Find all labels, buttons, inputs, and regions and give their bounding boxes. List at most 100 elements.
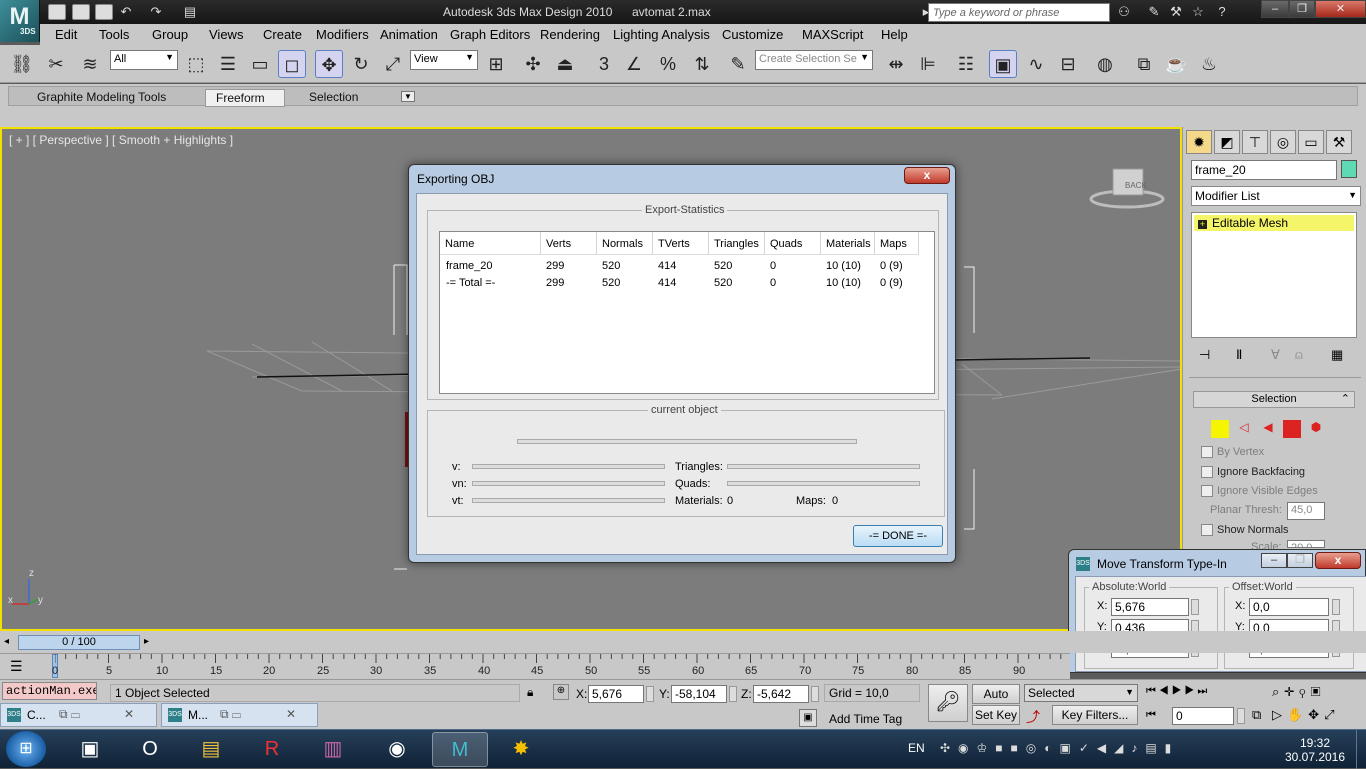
taskbar-terminal-icon[interactable]: ▣ <box>62 732 118 767</box>
mirror-icon[interactable]: ⇹ <box>882 50 910 78</box>
x-coordinate-field[interactable]: 5,676 <box>588 685 644 703</box>
close-icon[interactable]: ✕ <box>124 707 134 721</box>
align-icon[interactable]: ⊫ <box>914 50 942 78</box>
configure-sets-icon[interactable]: ▦ <box>1331 347 1347 363</box>
next-frame-icon[interactable]: ▸ <box>144 636 149 647</box>
taskbar-3dsmax-icon[interactable]: M <box>432 732 488 767</box>
stack-item-editable-mesh[interactable]: + Editable Mesh <box>1194 215 1354 231</box>
maximize-button[interactable]: ❐ <box>1287 553 1313 568</box>
taskbar-winrar-icon[interactable]: ▥ <box>305 732 361 767</box>
undo-icon[interactable]: ↶ <box>118 4 134 20</box>
unlink-icon[interactable]: ✂ <box>42 50 70 78</box>
statistics-table[interactable]: Name Verts Normals TVerts Triangles Quad… <box>439 231 935 394</box>
show-desktop-button[interactable] <box>1356 730 1366 769</box>
add-time-tag-link[interactable]: Add Time Tag <box>829 712 902 726</box>
spinner[interactable] <box>729 686 737 702</box>
column-header[interactable]: Name <box>440 232 541 255</box>
tray-icons[interactable]: ✣◉♔■■◎◐▣✓◀◢♪▤▮ <box>940 741 1179 755</box>
column-header[interactable]: Triangles <box>709 232 765 255</box>
column-header[interactable]: Verts <box>541 232 597 255</box>
default-tangent-icon[interactable]: ⤴ <box>1026 707 1040 727</box>
select-object-icon[interactable]: ⬚ <box>182 50 210 78</box>
vertex-selection-icon[interactable] <box>1211 420 1229 438</box>
layer-manager-icon[interactable]: ☷ <box>952 50 980 78</box>
auto-key-button[interactable]: Auto Key <box>972 684 1020 719</box>
tab-freeform[interactable]: Freeform <box>205 89 285 107</box>
current-frame-field[interactable]: 0 <box>1172 707 1234 725</box>
material-editor-icon[interactable]: ◍ <box>1091 50 1119 78</box>
pivot-center-icon[interactable]: ⊞ <box>482 50 510 78</box>
create-tab-icon[interactable]: ✹ <box>1186 130 1212 154</box>
taskbar-game-icon[interactable]: ✸ <box>493 732 549 767</box>
favorites-icon[interactable]: ☆ <box>1190 4 1206 20</box>
menu-create[interactable]: Create <box>263 27 302 42</box>
key-selection-dropdown[interactable]: Selected ▼ <box>1024 684 1138 702</box>
expand-icon[interactable]: + <box>1198 220 1207 229</box>
tab-selection[interactable]: Selection <box>299 89 368 107</box>
scale-field[interactable]: 20,0 <box>1287 540 1325 548</box>
render-setup-icon[interactable]: ⧉ <box>1130 50 1158 78</box>
modifier-stack[interactable]: + Editable Mesh <box>1191 212 1357 338</box>
lock-icon[interactable]: 🔒︎ <box>527 685 533 700</box>
tab-graphite-modeling-tools[interactable]: Graphite Modeling Tools <box>27 89 176 107</box>
help-icon[interactable]: ? <box>1214 4 1230 20</box>
abs-x-field[interactable]: 5,676 <box>1111 598 1189 616</box>
minimize-button[interactable]: – <box>1261 0 1289 18</box>
named-selection-set-dropdown[interactable]: Create Selection Se ▼ <box>755 50 873 70</box>
maximize-button[interactable]: ❐ <box>1289 0 1315 18</box>
remove-modifier-icon[interactable]: ⍝ <box>1295 347 1311 363</box>
subscription-icon[interactable]: ✎ <box>1146 4 1162 20</box>
taskbar-opera-icon[interactable]: O <box>122 732 178 767</box>
comm-center-icon[interactable]: ⚒ <box>1168 4 1184 20</box>
mini-curve-editor-icon[interactable]: ☰ <box>10 658 23 675</box>
menu-views[interactable]: Views <box>209 27 243 42</box>
modify-tab-icon[interactable]: ◩ <box>1214 130 1240 154</box>
prev-frame-icon[interactable]: ◂ <box>4 636 9 647</box>
utilities-tab-icon[interactable]: ⚒ <box>1326 130 1352 154</box>
spinner[interactable] <box>1237 708 1245 724</box>
schematic-view-icon[interactable]: ⊟ <box>1054 50 1082 78</box>
object-color-swatch[interactable] <box>1341 160 1357 178</box>
menu-customize[interactable]: Customize <box>722 27 783 42</box>
dialog-close-button[interactable]: x <box>1315 552 1361 569</box>
app-logo[interactable]: M 3DS <box>0 0 40 42</box>
scale-icon[interactable]: ⤢ <box>379 50 407 78</box>
show-end-result-icon[interactable]: Ⅱ <box>1236 347 1252 363</box>
spinner[interactable] <box>1332 599 1340 615</box>
off-x-field[interactable]: 0,0 <box>1249 598 1329 616</box>
taskbar-steam-icon[interactable]: ◉ <box>369 732 425 767</box>
menu-maxscript[interactable]: MAXScript <box>802 27 863 42</box>
spinner[interactable] <box>1191 599 1199 615</box>
set-key-big-icon[interactable]: 🔑︎ <box>928 684 968 722</box>
render-production-icon[interactable]: ♨ <box>1195 50 1223 78</box>
playback-controls[interactable]: ⏮◀▶▶⏭ <box>1146 685 1210 698</box>
menu-graph-editors[interactable]: Graph Editors <box>450 27 530 42</box>
start-button[interactable]: ⊞ <box>6 731 46 767</box>
ribbon-options-icon[interactable]: ▼ <box>401 91 415 102</box>
make-unique-icon[interactable]: ∀ <box>1271 347 1287 363</box>
ignore-visible-edges-checkbox[interactable]: Ignore Visible Edges <box>1201 485 1318 498</box>
track-bar[interactable]: ☰ 0 5 10 15 20 25 30 35 40 45 50 55 60 6… <box>0 653 1070 679</box>
binoculars-icon[interactable]: ⚇ <box>1116 4 1132 20</box>
close-button[interactable]: ✕ <box>1315 0 1366 18</box>
display-tab-icon[interactable]: ▭ <box>1298 130 1324 154</box>
motion-tab-icon[interactable]: ◎ <box>1270 130 1296 154</box>
language-indicator[interactable]: EN <box>908 741 925 755</box>
column-header[interactable]: Materials <box>821 232 875 255</box>
time-tag-icon[interactable]: ▣ <box>799 709 817 727</box>
search-input[interactable]: Type a keyword or phrase <box>928 3 1110 22</box>
column-header[interactable]: Normals <box>597 232 653 255</box>
redo-icon[interactable]: ↷ <box>148 4 164 20</box>
rendered-frame-icon[interactable]: ☕ <box>1162 50 1190 78</box>
minimized-window-2[interactable]: 3DS M... ⧉ ▭ ✕ <box>161 703 318 727</box>
restore-icon[interactable]: ⧉ ▭ <box>220 707 241 722</box>
column-header[interactable]: TVerts <box>653 232 709 255</box>
table-row[interactable]: frame_20 299 520 414 520 0 10 (10) 0 (9) <box>440 260 934 275</box>
rect-selection-icon[interactable]: ▭ <box>246 50 274 78</box>
menu-group[interactable]: Group <box>152 27 188 42</box>
taskbar-r-app-icon[interactable]: R <box>244 732 300 767</box>
face-selection-icon[interactable]: ◀ <box>1259 420 1277 438</box>
planar-thresh-field[interactable]: 45,0 <box>1287 502 1325 520</box>
modifier-list-dropdown[interactable]: Modifier List ▼ <box>1191 186 1361 206</box>
graphite-toggle-icon[interactable]: ▣ <box>989 50 1017 78</box>
